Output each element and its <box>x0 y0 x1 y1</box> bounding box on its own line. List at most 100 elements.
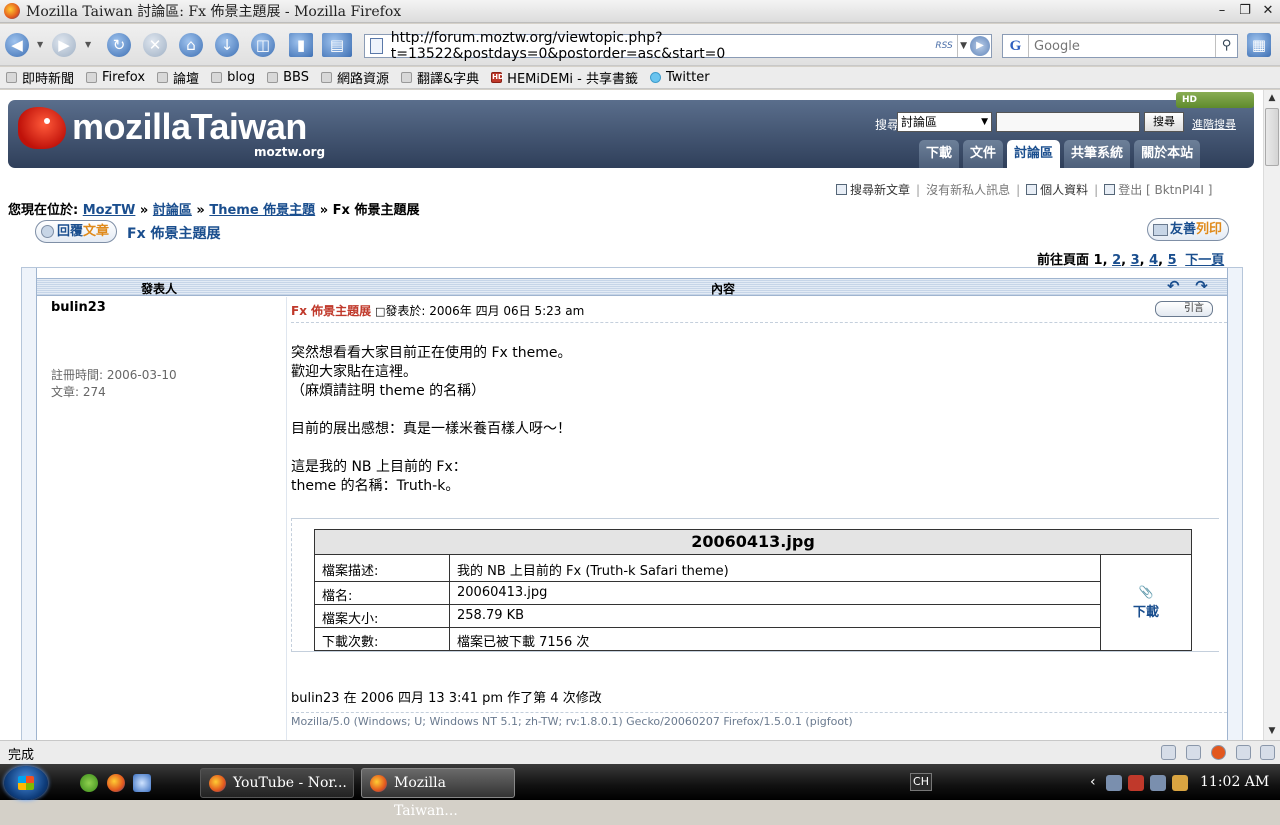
site-search-input[interactable] <box>996 112 1140 132</box>
back-history-dropdown[interactable]: ▼ <box>37 40 43 49</box>
status-icon[interactable] <box>1260 745 1275 760</box>
firefox-status-icon[interactable] <box>1211 745 1226 760</box>
status-icon[interactable] <box>1186 745 1201 760</box>
reload-button[interactable]: ↻ <box>107 33 131 57</box>
quote-button[interactable]: 引言 <box>1155 301 1213 317</box>
site-search-scope-select[interactable]: 討論區 ▼ <box>897 112 992 132</box>
quicklaunch-icon[interactable] <box>80 774 98 792</box>
extension-menu-button[interactable]: ▤ <box>322 33 352 57</box>
scroll-down-arrow[interactable]: ▼ <box>1264 723 1280 739</box>
site-search-button[interactable]: 搜尋 <box>1144 112 1184 132</box>
edit-note: bulin23 在 2006 四月 13 3:41 pm 作了第 4 次修改 <box>291 691 602 706</box>
post-author[interactable]: bulin23 <box>51 300 106 315</box>
bookmark-item[interactable]: 翻譯&字典 <box>401 68 479 87</box>
taskbar-button[interactable]: YouTube - Nor... <box>200 768 354 798</box>
tab-about[interactable]: 關於本站 <box>1134 140 1201 168</box>
tray-expand-icon[interactable]: ‹ <box>1090 774 1096 790</box>
hemidemi-badge[interactable]: HD <box>1176 92 1254 108</box>
bookmark-item[interactable]: Twitter <box>650 70 710 85</box>
search-icon[interactable]: ⚲ <box>1215 35 1237 57</box>
private-messages-link[interactable]: 沒有新私人訊息 <box>926 181 1010 198</box>
breadcrumb-link[interactable]: 討論區 <box>153 203 192 218</box>
print-button[interactable]: 友善列印 <box>1147 218 1229 241</box>
tab-forum[interactable]: 討論區 <box>1007 140 1061 168</box>
reply-button[interactable]: 回覆文章 <box>35 220 117 243</box>
breadcrumb-link[interactable]: Theme 佈景主題 <box>209 203 315 218</box>
next-topic-icon[interactable]: ↷ <box>1195 277 1208 295</box>
attachment-table: 20060413.jpg 檔案描述: 我的 NB 上目前的 Fx (Truth-k… <box>314 529 1192 651</box>
page-link[interactable]: 5 <box>1168 253 1177 268</box>
google-engine-icon[interactable]: G <box>1003 35 1029 57</box>
home-button[interactable]: ⌂ <box>179 33 203 57</box>
downloads-button[interactable]: ↓ <box>215 33 239 57</box>
bookmarks-button[interactable]: ▮ <box>289 33 313 57</box>
url-history-dropdown[interactable]: ▼ <box>956 35 970 57</box>
firefox-icon <box>209 775 226 792</box>
author-post-count: 文章: 274 <box>51 385 106 399</box>
attachment-row: 檔名: 20060413.jpg <box>315 582 1100 605</box>
next-page-link[interactable]: 下一頁 <box>1185 253 1224 268</box>
topic-title[interactable]: Fx 佈景主題展 <box>127 223 220 243</box>
antivirus-tray-icon[interactable] <box>1128 775 1144 791</box>
page-link[interactable]: 3 <box>1131 253 1140 268</box>
advanced-search-link[interactable]: 進階搜尋 <box>1192 116 1236 132</box>
forward-button[interactable]: ▶ <box>52 33 76 57</box>
minimize-button[interactable]: – <box>1212 3 1232 20</box>
extra-toolbar-icon[interactable]: ▦ <box>1247 33 1271 57</box>
language-bar[interactable]: CH <box>910 773 932 791</box>
go-button[interactable]: ▶ <box>970 36 990 56</box>
sidebar-button[interactable]: ◫ <box>251 33 275 57</box>
firefox-quicklaunch-icon[interactable] <box>107 774 125 792</box>
status-icon[interactable] <box>1236 745 1251 760</box>
vertical-scrollbar[interactable]: ▲ ▼ <box>1263 90 1280 740</box>
bookmark-item[interactable]: HD HEMiDEMi - 共享書籤 <box>491 68 638 87</box>
page-link[interactable]: 4 <box>1149 253 1158 268</box>
tray-icon[interactable] <box>1172 775 1188 791</box>
status-icon[interactable] <box>1161 745 1176 760</box>
page-link[interactable]: 2 <box>1112 253 1121 268</box>
previous-topic-icon[interactable]: ↶ <box>1167 277 1180 295</box>
scroll-up-arrow[interactable]: ▲ <box>1264 90 1280 106</box>
post-subject[interactable]: Fx 佈景主題展 <box>291 304 371 318</box>
start-button[interactable] <box>4 766 48 800</box>
breadcrumb-link[interactable]: MozTW <box>83 203 136 218</box>
quicklaunch-icon[interactable] <box>133 774 151 792</box>
profile-link[interactable]: 個人資料 <box>1040 181 1088 198</box>
bookmark-item[interactable]: 論壇 <box>157 68 199 87</box>
url-bar[interactable]: http://forum.moztw.org/viewtopic.php?t=1… <box>364 30 992 62</box>
download-link[interactable]: 下載 <box>1101 601 1191 620</box>
network-tray-icon[interactable] <box>1106 775 1122 791</box>
search-new-posts-link[interactable]: 搜尋新文章 <box>850 181 910 198</box>
site-logo-text[interactable]: mozillaTaiwan <box>72 106 307 148</box>
web-search-input[interactable] <box>1029 38 1209 54</box>
bookmark-item[interactable]: 即時新聞 <box>6 68 74 87</box>
web-search-box[interactable]: G ⚲ <box>1002 34 1238 58</box>
forward-history-dropdown[interactable]: ▼ <box>85 40 91 49</box>
rss-icon[interactable]: RSS <box>935 41 952 51</box>
mozilla-dino-logo-icon[interactable] <box>18 107 66 149</box>
network-tray-icon[interactable] <box>1150 775 1166 791</box>
taskbar-button[interactable]: Mozilla Taiwan... <box>361 768 515 819</box>
status-bar: 完成 <box>0 740 1280 764</box>
bookmark-item[interactable]: BBS <box>267 70 309 85</box>
user-links: 搜尋新文章 | 沒有新私人訊息 | 個人資料 | 登出 [ BktnPI4I ] <box>836 181 1212 198</box>
scroll-thumb[interactable] <box>1265 108 1279 166</box>
bookmark-item[interactable]: Firefox <box>86 70 145 85</box>
post-table: 發表人 內容 ↶ ↷ bulin23 註冊時間: 2006-03-10 文章: … <box>21 267 1243 740</box>
bookmark-item[interactable]: blog <box>211 70 255 85</box>
restore-button[interactable]: ❐ <box>1235 3 1255 20</box>
url-text[interactable]: http://forum.moztw.org/viewtopic.php?t=1… <box>391 30 936 62</box>
clock[interactable]: 11:02 AM <box>1200 774 1269 790</box>
back-button[interactable]: ◀ <box>5 33 29 57</box>
table-header: 發表人 內容 ↶ ↷ <box>37 277 1227 296</box>
bookmark-item[interactable]: 網路資源 <box>321 68 389 87</box>
post-body: 突然想看看大家目前正在使用的 Fx theme。 歡迎大家貼在這裡。 （麻煩請註… <box>291 345 572 494</box>
close-button[interactable]: ✕ <box>1258 3 1278 20</box>
stop-button[interactable]: ✕ <box>143 33 167 57</box>
logout-link[interactable]: 登出 [ BktnPI4I ] <box>1118 181 1212 198</box>
tab-wiki[interactable]: 共筆系統 <box>1064 140 1131 168</box>
tab-docs[interactable]: 文件 <box>963 140 1004 168</box>
hd-icon: HD <box>491 72 504 83</box>
tab-download[interactable]: 下載 <box>919 140 960 168</box>
taskbar <box>0 764 1280 800</box>
